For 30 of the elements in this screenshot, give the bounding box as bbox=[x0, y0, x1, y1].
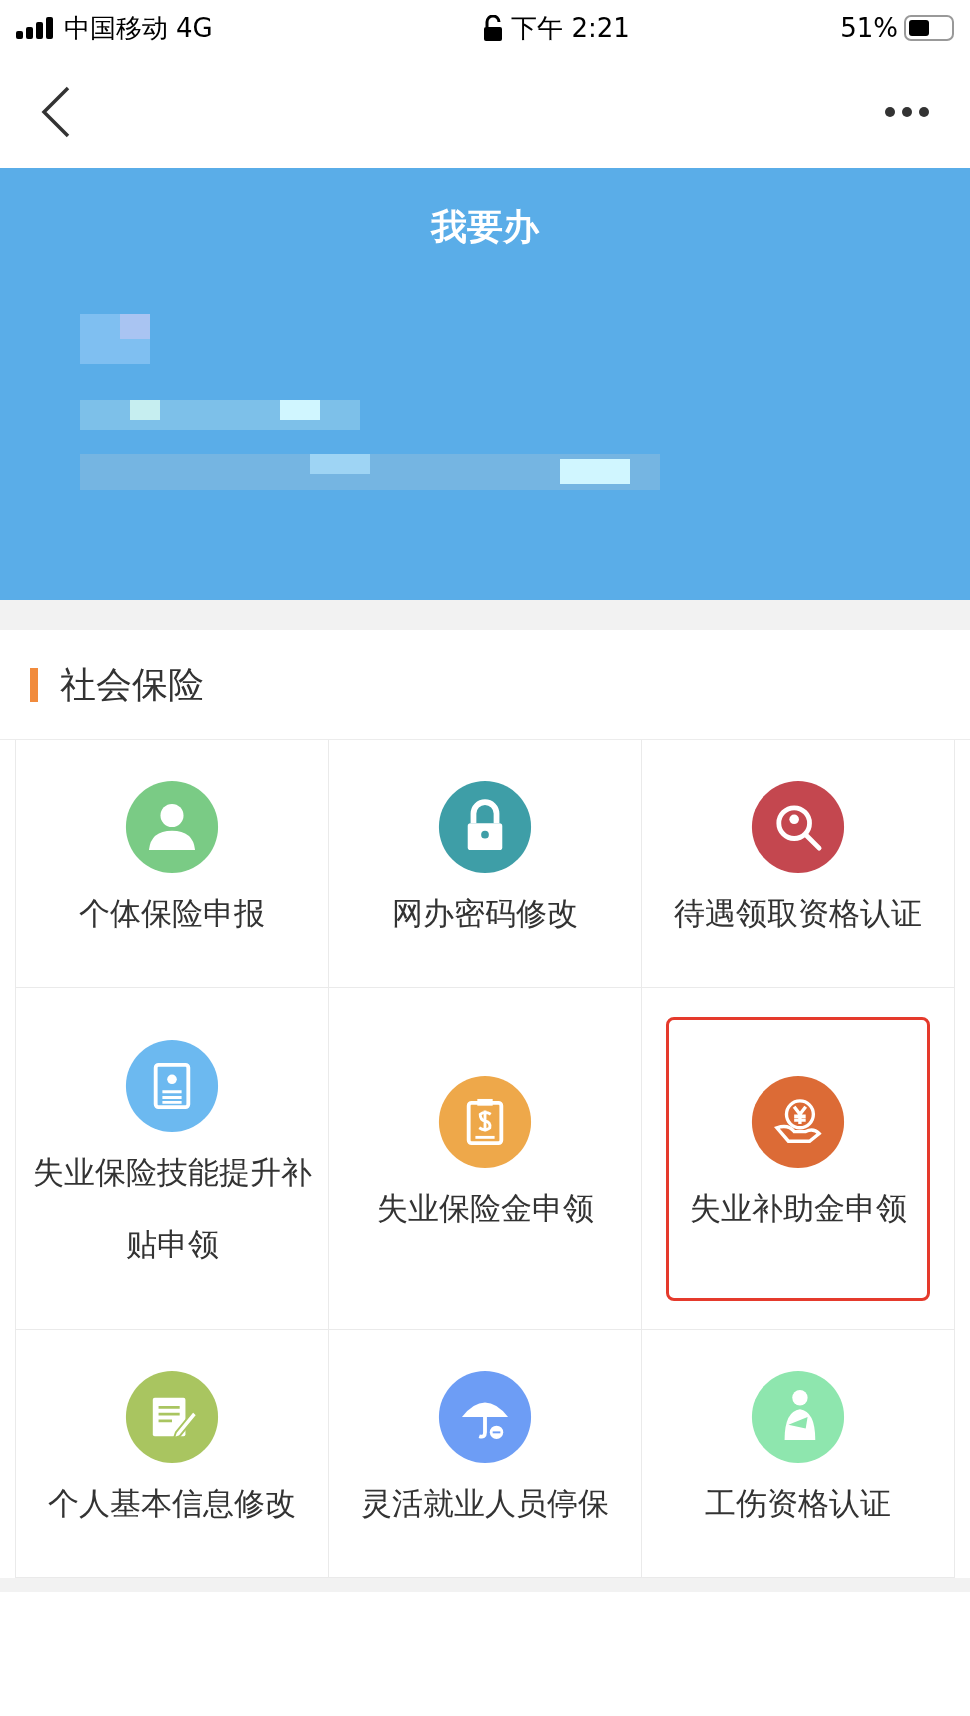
lock-icon bbox=[483, 15, 504, 41]
service-label: 失业补助金申领 bbox=[689, 1188, 907, 1228]
service-tile[interactable]: 个体保险申报 bbox=[20, 740, 324, 987]
service-label: 网办密码修改 bbox=[392, 893, 578, 933]
service-label: 个体保险申报 bbox=[79, 893, 265, 933]
carrier-name: 中国移动 bbox=[64, 11, 168, 45]
service-label: 待遇领取资格认证 bbox=[674, 893, 922, 933]
battery-percentage: 51% bbox=[840, 11, 898, 45]
service-label: 失业保险技能提升补贴申领 bbox=[31, 1152, 313, 1264]
service-label: 工伤资格认证 bbox=[705, 1483, 891, 1523]
section-title: 社会保险 bbox=[60, 662, 204, 707]
service-tile[interactable]: 失业补助金申领 bbox=[666, 1016, 930, 1301]
status-time: 下午 2:21 bbox=[511, 11, 630, 45]
service-tile[interactable]: 灵活就业人员停保 bbox=[333, 1330, 637, 1577]
service-label: 个人基本信息修改 bbox=[48, 1483, 296, 1523]
back-icon[interactable] bbox=[40, 86, 72, 138]
service-tile[interactable]: 网办密码修改 bbox=[333, 740, 637, 987]
service-tile[interactable]: 待遇领取资格认证 bbox=[646, 740, 950, 987]
signal-icon bbox=[16, 17, 56, 39]
service-tile[interactable]: 失业保险技能提升补贴申领 bbox=[20, 988, 324, 1329]
section-marker bbox=[30, 667, 38, 702]
network-type: 4G bbox=[176, 11, 213, 45]
service-tile[interactable]: 个人基本信息修改 bbox=[20, 1330, 324, 1577]
battery-icon bbox=[904, 15, 954, 41]
service-tile[interactable]: 失业保险金申领 bbox=[333, 988, 637, 1329]
page-title: 我要办 bbox=[431, 205, 539, 249]
service-label: 失业保险金申领 bbox=[376, 1188, 594, 1228]
service-tile[interactable]: 工伤资格认证 bbox=[646, 1330, 950, 1577]
more-icon[interactable] bbox=[884, 106, 930, 118]
service-label: 灵活就业人员停保 bbox=[361, 1483, 609, 1523]
